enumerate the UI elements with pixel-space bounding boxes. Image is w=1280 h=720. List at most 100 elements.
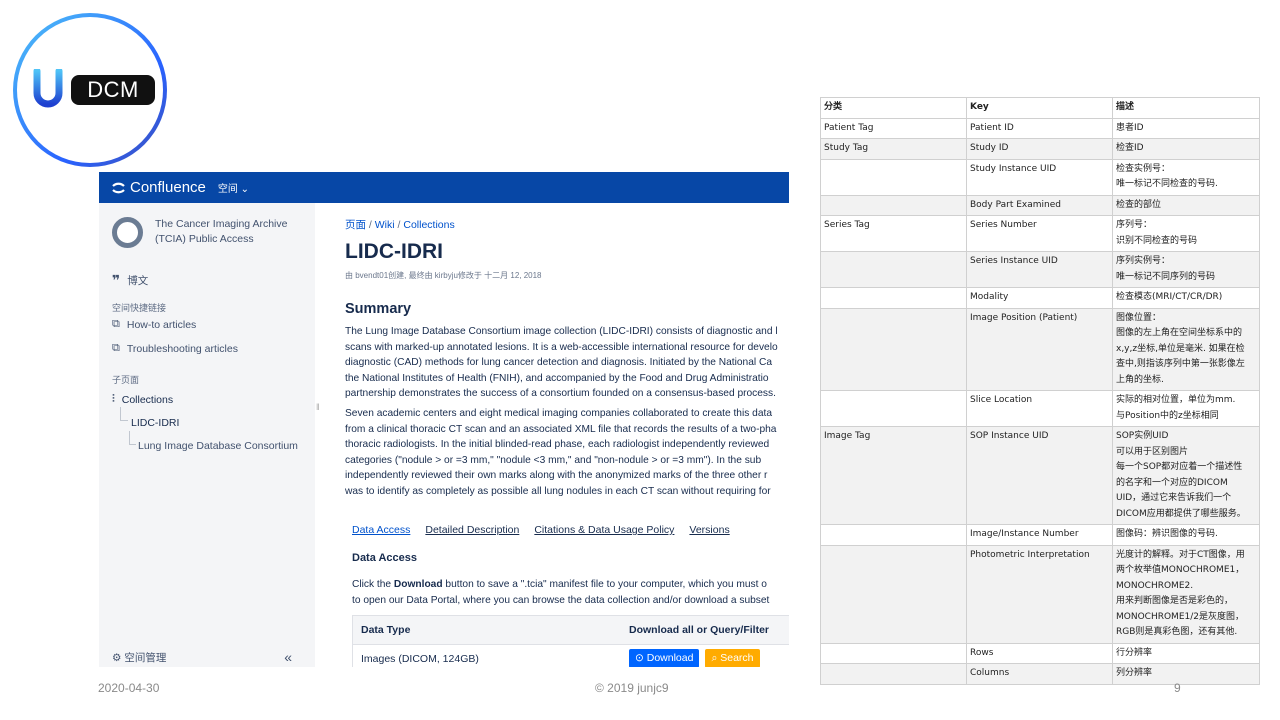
cell-key: Image Position (Patient) <box>966 307 1113 391</box>
cell-description: 列分辨率 <box>1112 663 1260 685</box>
description-line: 序列号： <box>1116 220 1153 230</box>
table-row: Series Tag Series Number 序列号： 识别不同检查的号码 <box>820 215 1260 252</box>
description-line: 列分辨率 <box>1116 668 1153 678</box>
breadcrumb-item[interactable]: Wiki <box>375 219 395 231</box>
table-row: Rows 行分辨率 <box>820 642 1260 664</box>
tag-table-body: Patient Tag Patient ID 患者ID Study Tag Study … <box>820 117 1260 685</box>
tab-data-access[interactable]: Data Access <box>352 524 410 536</box>
search-icon: ⌕ <box>711 652 718 664</box>
description-line: 上角的坐标. <box>1116 374 1164 385</box>
cell-key: Study Instance UID <box>966 158 1113 196</box>
table-row: Photometric Interpretation 光度计的解释。对于CT图像，… <box>820 544 1260 644</box>
download-button[interactable]: ⊙ Download <box>629 649 700 667</box>
tree-item-collections[interactable]: ⫶ Collections <box>112 393 173 406</box>
cell-category <box>820 663 967 685</box>
cell-category <box>820 194 967 216</box>
description-line: 检查实例号： <box>1116 163 1171 174</box>
cell-category <box>820 642 967 664</box>
space-menu[interactable]: 空间 ⌄ <box>218 180 249 195</box>
collapse-sidebar-button[interactable]: « <box>284 649 292 665</box>
cell-description: 行分辨率 <box>1112 642 1260 664</box>
header-data-type: Data Type <box>361 624 411 636</box>
app-name[interactable]: Confluence <box>130 179 206 196</box>
table-row: Image Tag SOP Instance UID SOP实例UID 可以用于区别图… <box>820 426 1260 525</box>
breadcrumb: 页面 / Wiki / Collections <box>345 219 455 231</box>
description-line: 两个枚举值MONOCHROME1， <box>1116 565 1245 575</box>
text-line: from a clinical thoracic CT scan and an … <box>345 423 777 435</box>
tab-detailed-description[interactable]: Detailed Description <box>425 524 519 536</box>
cell-description: 检查ID <box>1112 138 1260 160</box>
text-part: Click the <box>352 579 394 590</box>
summary-heading: Summary <box>345 301 412 317</box>
table-row: Image/Instance Number 图像码：辨识图像的号码. <box>820 524 1260 546</box>
description-line: MONOCHROME2. <box>1116 580 1194 591</box>
description-line: 唯一标记不同检查的号码. <box>1116 179 1218 189</box>
download-label: Download <box>646 652 694 664</box>
table-row: Study Instance UID 检查实例号： 唯一标记不同检查的号码. <box>820 158 1260 196</box>
sidebar-item-how-to[interactable]: ⧉ How-to articles <box>112 318 196 331</box>
logo-text: DCM <box>71 75 155 105</box>
cell-key: Modality <box>966 287 1113 309</box>
cell-description: 图像位置： 图像的左上角在空间坐标系中的 x,y,z坐标,单位是毫米. 如果在检 查中… <box>1112 307 1260 391</box>
text-line: scans with marked-up annotated lesions. … <box>345 341 778 353</box>
collection-paragraph: Seven academic centers and eight medical… <box>345 406 789 499</box>
cell-key: Series Number <box>966 215 1113 252</box>
cell-key: Slice Location <box>966 390 1113 427</box>
table-header-row: Data Type Download all or Query/Filter <box>353 616 789 644</box>
sidebar-footer: ⚙ 空间管理 « <box>112 649 292 665</box>
cell-key: Columns <box>966 663 1113 685</box>
tree-item-lung-consortium[interactable]: Lung Image Database Consortium <box>138 440 298 452</box>
cell-category <box>820 287 967 309</box>
table-row: Series Instance UID 序列实例号： 唯一标记不同序列的号码 <box>820 251 1260 288</box>
breadcrumb-item[interactable]: Collections <box>403 219 454 231</box>
table-row: Patient Tag Patient ID 患者ID <box>820 117 1260 139</box>
breadcrumb-item[interactable]: 页面 <box>345 219 366 231</box>
cell-key: Series Instance UID <box>966 251 1113 288</box>
text-line: The Lung Image Database Consortium image… <box>345 326 778 337</box>
confluence-screenshot: Confluence 空间 ⌄ The Cancer Imaging Archi… <box>99 172 789 667</box>
cell-description: SOP实例UID 可以用于区别图片 每一个SOP都对应着一个描述性 的名字和一个对应的… <box>1112 426 1260 525</box>
cell-key: Photometric Interpretation <box>966 544 1113 644</box>
cell-category <box>820 390 967 427</box>
text-line: independently reviewed their own marks a… <box>345 470 768 481</box>
cell-key: Rows <box>966 642 1113 664</box>
search-button[interactable]: ⌕ Search <box>705 649 760 667</box>
page-title: LIDC-IDRI <box>345 240 443 263</box>
cell-key: SOP Instance UID <box>966 426 1113 525</box>
cell-description: 实际的相对位置，单位为mm. 与Position中的z坐标相同 <box>1112 390 1260 427</box>
tab-citations[interactable]: Citations & Data Usage Policy <box>534 524 674 536</box>
children-heading: 子页面 <box>112 375 140 385</box>
cell-description: 检查模态(MRI/CT/CR/DR) <box>1112 287 1260 309</box>
tree-connector <box>129 431 136 445</box>
description-line: MONOCHROME1/2是灰度图， <box>1116 611 1244 622</box>
tree-item-label: Collections <box>121 393 174 406</box>
description-line: 唯一标记不同序列的号码 <box>1116 271 1216 282</box>
data-access-heading: Data Access <box>352 552 418 564</box>
cell-description: 图像码：辨识图像的号码. <box>1112 524 1260 546</box>
tab-versions[interactable]: Versions <box>689 524 729 536</box>
data-access-table: Data Type Download all or Query/Filter I… <box>352 615 789 667</box>
sidebar-resizer[interactable]: ‖ <box>316 402 320 412</box>
sidebar-item-label: 博文 <box>127 275 149 287</box>
sidebar-item-troubleshooting[interactable]: ⧉ Troubleshooting articles <box>112 342 238 355</box>
cell-description: 患者ID <box>1112 117 1260 139</box>
content-tabs: Data Access Detailed Description Citatio… <box>352 524 730 536</box>
text-line: was to identify as completely as possibl… <box>345 485 771 497</box>
tree-item-lidc-idri[interactable]: LIDC-IDRI <box>131 417 179 429</box>
description-line: 图像的左上角在空间坐标系中的 <box>1116 328 1243 338</box>
page-icon: ⧉ <box>112 342 120 354</box>
gear-icon: ⚙ <box>112 651 122 664</box>
cell-category <box>820 524 967 546</box>
cell-key: Body Part Examined <box>966 194 1113 216</box>
space-header[interactable]: The Cancer Imaging Archive (TCIA) Public… <box>112 217 287 248</box>
logo-u-icon <box>33 69 63 108</box>
space-admin-link[interactable]: ⚙ 空间管理 <box>112 650 166 665</box>
header-category: 分类 <box>820 97 967 119</box>
cell-key: Patient ID <box>966 117 1113 139</box>
table-row: Study Tag Study ID 检查ID <box>820 138 1260 160</box>
table-row: Slice Location 实际的相对位置，单位为mm. 与Position中的z… <box>820 390 1260 427</box>
sidebar-item-blog[interactable]: ❞ 博文 <box>112 272 148 289</box>
table-row: Body Part Examined 检查的部位 <box>820 194 1260 216</box>
description-line: 与Position中的z坐标相同 <box>1116 410 1219 421</box>
tree-icon: ⫶ <box>112 393 115 405</box>
